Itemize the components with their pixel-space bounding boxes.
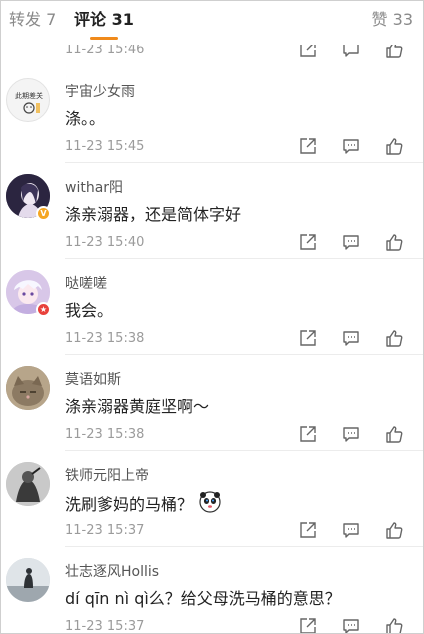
comment-icon[interactable] xyxy=(342,521,360,539)
username[interactable]: 壮志逐风Hollis xyxy=(65,563,159,581)
comment-time: 11-23 15:38 xyxy=(65,427,145,442)
like-icon[interactable] xyxy=(385,233,403,251)
avatar[interactable] xyxy=(6,366,50,410)
panda-emoji-icon xyxy=(199,491,221,520)
comment-item: 此期差关 宇宙少女雨 涤。。 11-23 15:45 xyxy=(1,67,423,163)
avatar[interactable] xyxy=(6,558,50,602)
like-icon[interactable] xyxy=(385,329,403,347)
share-icon[interactable] xyxy=(299,329,317,347)
share-icon[interactable] xyxy=(299,425,317,443)
tab-like[interactable]: 赞 33 xyxy=(372,9,413,31)
comment-text: dí qīn nì qì么？给父母洗马桶的意思？ xyxy=(65,589,341,608)
comment-icon[interactable] xyxy=(342,425,360,443)
comment-time: 11-23 15:37 xyxy=(65,523,145,538)
comment-item: ★ 哒嗟嗟 我会。 11-23 15:38 xyxy=(1,259,423,355)
comment-item: 铁师元阳上帝 洗刷爹妈的马桶？ 11-23 15:37 xyxy=(1,451,423,547)
username[interactable]: 铁师元阳上帝 xyxy=(65,467,149,485)
comment-time: 11-23 15:38 xyxy=(65,331,145,346)
comment-item: 莫语如斯 涤亲溺器黄庭坚啊～ 11-23 15:38 xyxy=(1,355,423,451)
like-icon[interactable] xyxy=(385,521,403,539)
avatar[interactable]: 此期差关 xyxy=(6,78,50,122)
comment-item: V withar阳 涤亲溺器，还是简体字好 11-23 15:40 xyxy=(1,163,423,259)
tab-comment[interactable]: 评论 31 xyxy=(74,9,134,31)
comment-text: 我会。 xyxy=(65,301,114,320)
username[interactable]: 哒嗟嗟 xyxy=(65,275,107,293)
member-badge-icon: ★ xyxy=(36,302,51,317)
share-icon[interactable] xyxy=(299,137,317,155)
comment-icon[interactable] xyxy=(342,233,360,251)
comment-time: 11-23 15:37 xyxy=(65,619,145,634)
comment-icon[interactable] xyxy=(342,617,360,633)
comment-text: 洗刷爹妈的马桶？ xyxy=(65,491,221,520)
comment-text: 涤。。 xyxy=(65,109,106,128)
comment-icon[interactable] xyxy=(342,329,360,347)
username[interactable]: 宇宙少女雨 xyxy=(65,83,135,101)
comment-time: 11-23 15:45 xyxy=(65,139,145,154)
avatar-caption: 此期差关 xyxy=(15,91,43,100)
comment-item: 壮志逐风Hollis dí qīn nì qì么？给父母洗马桶的意思？ 11-2… xyxy=(1,547,423,634)
like-icon[interactable] xyxy=(385,425,403,443)
username[interactable]: 莫语如斯 xyxy=(65,371,121,389)
comment-text: 涤亲溺器，还是简体字好 xyxy=(65,205,242,224)
avatar[interactable] xyxy=(6,462,50,506)
like-icon[interactable] xyxy=(385,137,403,155)
share-icon[interactable] xyxy=(299,617,317,633)
like-icon[interactable] xyxy=(385,617,403,633)
comment-icon[interactable] xyxy=(342,137,360,155)
share-icon[interactable] xyxy=(299,521,317,539)
comment-text: 涤亲溺器黄庭坚啊～ xyxy=(65,397,210,416)
tab-repost[interactable]: 转发 7 xyxy=(9,9,56,31)
username[interactable]: withar阳 xyxy=(65,179,123,197)
verified-badge-icon: V xyxy=(36,206,51,221)
comment-page: 转发 7 评论 31 赞 33 11-23 15:46 此期差关 宇宙少女雨 涤… xyxy=(0,0,424,634)
active-tab-indicator xyxy=(90,37,118,40)
comment-text-content: 洗刷爹妈的马桶？ xyxy=(65,495,194,514)
comment-time: 11-23 15:40 xyxy=(65,235,145,250)
tab-bar: 转发 7 评论 31 赞 33 xyxy=(1,1,423,45)
share-icon[interactable] xyxy=(299,233,317,251)
